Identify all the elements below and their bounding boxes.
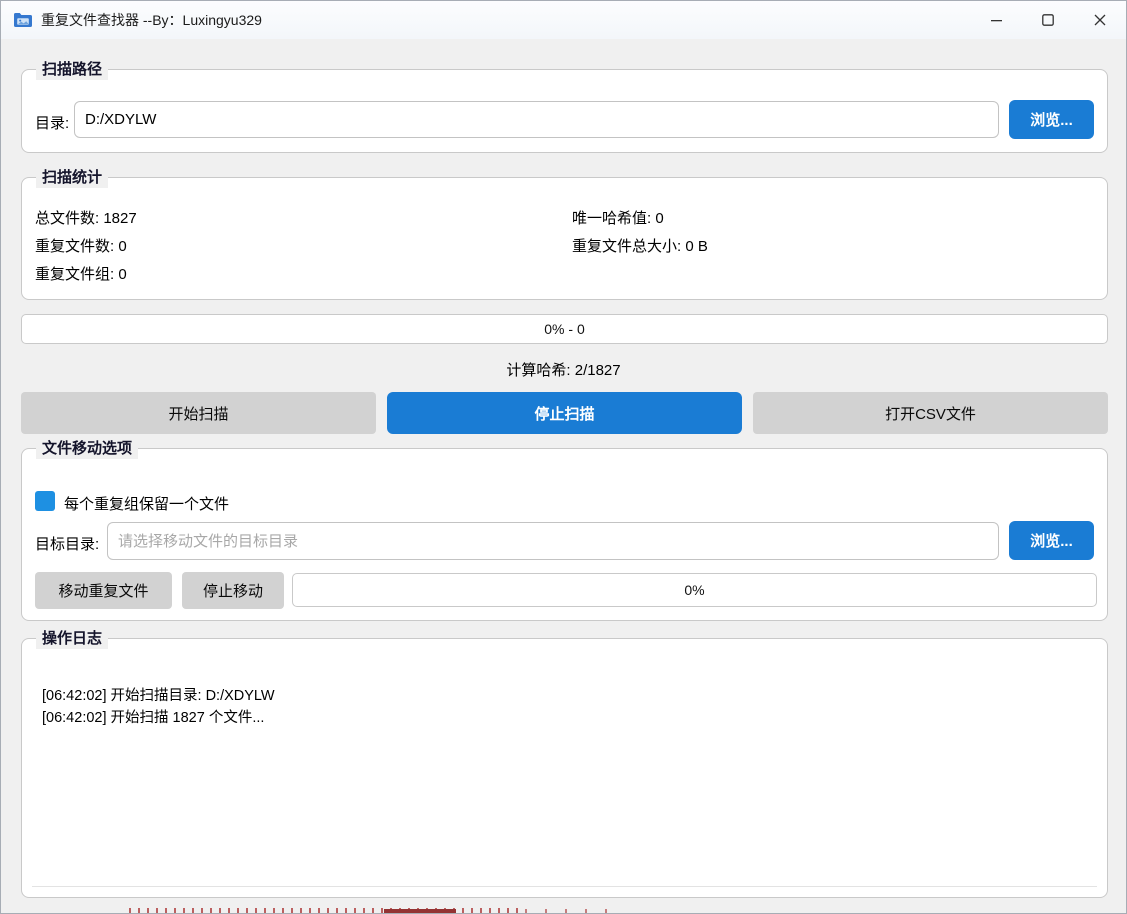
minimize-icon <box>991 15 1002 26</box>
open-csv-button[interactable]: 打开CSV文件 <box>753 392 1108 434</box>
stop-move-button[interactable]: 停止移动 <box>182 572 284 609</box>
stats-left-column: 总文件数: 1827 重复文件数: 0 重复文件组: 0 <box>35 205 137 289</box>
move-progress-bar: 0% <box>292 573 1097 607</box>
scan-stats-group-title: 扫描统计 <box>36 168 108 188</box>
stat-unique-hashes: 唯一哈希值: 0 <box>572 205 708 233</box>
keep-one-label: 每个重复组保留一个文件 <box>64 493 229 514</box>
title-bar: 重复文件查找器 --By：Luxingyu329 <box>1 1 1126 39</box>
hash-status-text: 计算哈希: 2/1827 <box>1 359 1126 380</box>
log-text-area[interactable]: [06:42:02] 开始扫描目录: D:/XDYLW [06:42:02] 开… <box>42 685 1087 729</box>
log-group-title: 操作日志 <box>36 629 108 649</box>
start-scan-button[interactable]: 开始扫描 <box>21 392 376 434</box>
clipped-text-marks <box>384 909 456 914</box>
app-window: 重复文件查找器 --By：Luxingyu329 扫描路径 目录: <box>0 0 1127 914</box>
maximize-button[interactable] <box>1022 1 1074 39</box>
scan-progress-bar: 0% - 0 <box>21 314 1108 344</box>
target-dir-input[interactable] <box>107 522 999 560</box>
window-controls <box>970 1 1126 39</box>
move-options-group: 文件移动选项 每个重复组保留一个文件 目标目录: 浏览... 移动重复文件 停止… <box>21 448 1108 621</box>
stats-right-column: 唯一哈希值: 0 重复文件总大小: 0 B <box>572 205 708 261</box>
maximize-icon <box>1042 14 1054 26</box>
log-group: 操作日志 [06:42:02] 开始扫描目录: D:/XDYLW [06:42:… <box>21 638 1108 898</box>
stat-duplicate-files: 重复文件数: 0 <box>35 233 137 261</box>
move-duplicates-button[interactable]: 移动重复文件 <box>35 572 172 609</box>
browse-target-dir-button[interactable]: 浏览... <box>1009 521 1094 560</box>
directory-input[interactable] <box>74 101 999 138</box>
clipped-text-marks <box>129 908 521 914</box>
scan-path-group-title: 扫描路径 <box>36 60 108 80</box>
directory-label: 目录: <box>35 112 69 133</box>
close-button[interactable] <box>1074 1 1126 39</box>
stop-scan-button[interactable]: 停止扫描 <box>387 392 742 434</box>
move-options-group-title: 文件移动选项 <box>36 439 138 459</box>
log-entry: [06:42:02] 开始扫描目录: D:/XDYLW <box>42 685 1087 707</box>
stat-duplicate-groups: 重复文件组: 0 <box>35 261 137 289</box>
app-folder-icon <box>13 12 33 28</box>
stat-total-files: 总文件数: 1827 <box>35 205 137 233</box>
move-progress-text: 0% <box>684 582 704 598</box>
clipped-text-marks <box>525 909 625 914</box>
keep-one-checkbox[interactable] <box>35 491 55 511</box>
clipped-bottom-text <box>1 907 1127 914</box>
minimize-button[interactable] <box>970 1 1022 39</box>
close-icon <box>1094 14 1106 26</box>
target-dir-label: 目标目录: <box>35 533 99 554</box>
browse-scan-dir-button[interactable]: 浏览... <box>1009 100 1094 139</box>
log-divider <box>32 886 1097 887</box>
window-title: 重复文件查找器 --By：Luxingyu329 <box>41 10 262 30</box>
scan-stats-group: 扫描统计 总文件数: 1827 重复文件数: 0 重复文件组: 0 唯一哈希值:… <box>21 177 1108 300</box>
scan-progress-text: 0% - 0 <box>544 321 584 337</box>
stat-duplicate-size: 重复文件总大小: 0 B <box>572 233 708 261</box>
scan-path-group: 扫描路径 目录: 浏览... <box>21 69 1108 153</box>
log-entry: [06:42:02] 开始扫描 1827 个文件... <box>42 707 1087 729</box>
